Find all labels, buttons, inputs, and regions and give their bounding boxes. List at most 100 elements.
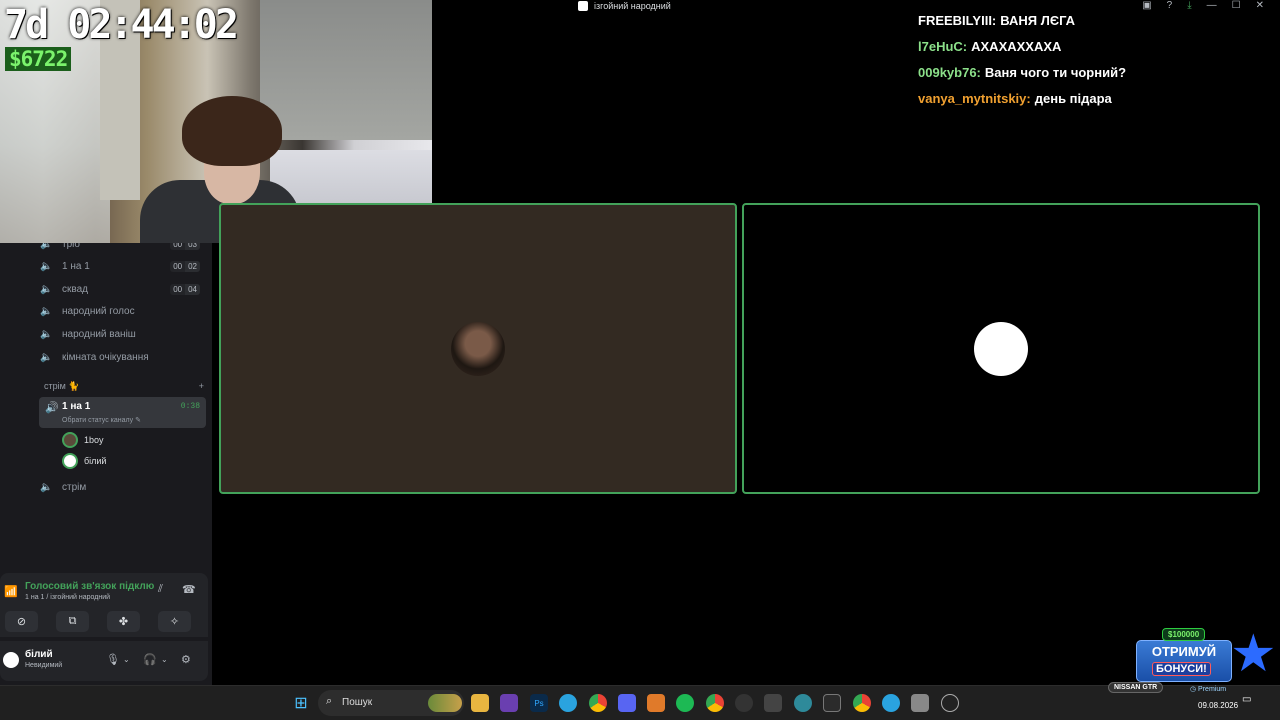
twitch-icon[interactable] bbox=[500, 694, 518, 712]
promo-line-1: ОТРИМУЙ bbox=[1151, 644, 1217, 659]
chat-user: vanya_mytnitskiy: bbox=[918, 91, 1031, 106]
activities-button[interactable]: ✤ bbox=[107, 611, 140, 632]
channel-waiting-room[interactable]: 🔈 кімната очікування bbox=[40, 347, 206, 367]
window-titlebar: ізгойний народний ▣ ? ⤓ — ☐ ✕ bbox=[432, 0, 1280, 14]
star-logo-icon: ★ bbox=[1230, 625, 1277, 683]
calculator-icon[interactable] bbox=[911, 694, 929, 712]
speaker-icon: 🔈 bbox=[40, 305, 53, 317]
avatar bbox=[62, 453, 78, 469]
soundboard-icon: ✧ bbox=[169, 616, 180, 628]
participant-tile[interactable] bbox=[219, 203, 737, 494]
avatar[interactable] bbox=[1, 650, 21, 670]
disconnect-icon[interactable]: ☎ bbox=[182, 583, 196, 596]
camera-button[interactable]: ⊘ bbox=[5, 611, 38, 632]
app-icon[interactable] bbox=[647, 694, 665, 712]
webcam-person-hair bbox=[182, 96, 282, 166]
user-count: 00 02 bbox=[170, 260, 200, 272]
gear-icon[interactable]: ⚙ bbox=[181, 653, 191, 666]
download-icon[interactable]: ⤓ bbox=[1187, 0, 1191, 11]
username[interactable]: білий bbox=[25, 649, 53, 660]
minimize-button[interactable]: — bbox=[1207, 0, 1217, 11]
subathon-timer: 7d 02:44:02 bbox=[4, 2, 239, 48]
speaker-icon: 🔈 bbox=[40, 283, 53, 295]
inbox-icon[interactable]: ▣ bbox=[1142, 0, 1151, 11]
photoshop-icon[interactable]: Ps bbox=[530, 694, 548, 712]
app-icon[interactable] bbox=[764, 694, 782, 712]
chat-message: l7eHuC: АХАХАХХАХА bbox=[918, 39, 1062, 54]
avatar bbox=[62, 432, 78, 448]
window-icon bbox=[578, 1, 588, 11]
windows-start-icon[interactable]: ⊞ bbox=[292, 694, 310, 712]
headset-icon[interactable]: 🎧 bbox=[143, 653, 157, 666]
voice-user[interactable]: білий bbox=[62, 452, 106, 470]
terminal-icon[interactable] bbox=[823, 694, 841, 712]
taskbar: ⊞ ⌕ Пошук Ps bbox=[0, 685, 1280, 720]
avatar bbox=[451, 321, 505, 376]
speaker-icon: 🔈 bbox=[40, 328, 53, 340]
app-icon[interactable] bbox=[794, 694, 812, 712]
obs-icon[interactable] bbox=[735, 694, 753, 712]
premium-badge[interactable]: ◷ Premium bbox=[1190, 685, 1226, 693]
noise-suppression-icon[interactable]: ⫽ bbox=[158, 583, 163, 596]
voice-status[interactable]: Голосовий зв'язок підклю bbox=[25, 581, 154, 592]
call-duration: 0:38 bbox=[180, 402, 200, 411]
taskbar-date[interactable]: 09.08.2026 bbox=[1198, 701, 1238, 710]
maximize-button[interactable]: ☐ bbox=[1232, 0, 1241, 11]
speaker-icon: 🔈 bbox=[40, 351, 53, 363]
signal-icon: 📶 bbox=[4, 586, 18, 598]
window-controls: ▣ ? ⤓ — ☐ ✕ bbox=[1142, 0, 1264, 11]
promo-amount: $100000 bbox=[1162, 628, 1206, 641]
chrome-icon[interactable] bbox=[589, 694, 607, 712]
speaker-icon: 🔈 bbox=[40, 260, 53, 272]
screen-share-icon: ⧉ bbox=[68, 615, 77, 627]
media-player-icon[interactable] bbox=[941, 694, 959, 712]
user-panel: білий Невидимий 🎙 ⌄ 🎧 ⌄ ⚙ bbox=[0, 641, 208, 681]
webcam-wall bbox=[260, 0, 432, 140]
chat-message: 009kyb76: Ваня чого ти чорний? bbox=[918, 65, 1127, 80]
channel-narodnyi-vanish[interactable]: 🔈 народний ваніш bbox=[40, 324, 206, 344]
search-highlight-image bbox=[428, 694, 462, 712]
promo-line-2: БОНУСИ! bbox=[1152, 662, 1211, 676]
participant-tile[interactable] bbox=[742, 203, 1260, 494]
camera-off-icon: ⊘ bbox=[16, 616, 27, 628]
chat-message: FREEBILYIII: ВАНЯ ЛЄГА bbox=[918, 13, 1076, 28]
add-channel-icon[interactable]: + bbox=[199, 381, 204, 392]
close-button[interactable]: ✕ bbox=[1256, 0, 1264, 11]
spotify-icon[interactable] bbox=[676, 694, 694, 712]
user-count: 00 04 bbox=[170, 283, 200, 295]
category-stream[interactable]: стрім 🐈 + bbox=[44, 381, 204, 392]
screen-share-button[interactable]: ⧉ bbox=[56, 611, 89, 632]
speaker-icon: 🔊 bbox=[45, 402, 59, 414]
help-icon[interactable]: ? bbox=[1167, 0, 1173, 11]
notification-icon[interactable]: ▭ bbox=[1242, 694, 1251, 705]
chrome-profile-icon[interactable] bbox=[853, 694, 871, 712]
active-voice-channel[interactable]: 🔊 1 на 1 0:38 Обрати статус каналу ✎ bbox=[39, 397, 206, 428]
channel-narodnyi-golos[interactable]: 🔈 народний голос bbox=[40, 301, 206, 321]
chat-user: l7eHuC: bbox=[918, 39, 968, 54]
chat-message: vanya_mytnitskiy: день підара bbox=[918, 91, 1112, 106]
chevron-down-icon[interactable]: ⌄ bbox=[161, 655, 168, 664]
speaker-icon: 🔈 bbox=[40, 481, 53, 493]
telegram-icon[interactable] bbox=[559, 694, 577, 712]
microphone-icon[interactable]: 🎙 bbox=[106, 653, 120, 666]
soundboard-button[interactable]: ✧ bbox=[158, 611, 191, 632]
telegram-icon[interactable] bbox=[882, 694, 900, 712]
chrome-profile-icon[interactable] bbox=[706, 694, 724, 712]
chevron-down-icon[interactable]: ⌄ bbox=[123, 655, 130, 664]
channel-skvad[interactable]: 🔈 сквад 00 04 bbox=[40, 279, 206, 299]
bonus-promo-banner[interactable]: $100000 ОТРИМУЙ БОНУСИ! ★ bbox=[1134, 625, 1277, 684]
chat-user: FREEBILYIII: bbox=[918, 13, 997, 28]
user-state: Невидимий bbox=[25, 662, 63, 669]
tray-badge[interactable]: NISSAN GTR bbox=[1108, 682, 1164, 693]
voice-user[interactable]: 1boy bbox=[62, 431, 104, 449]
channel-stream[interactable]: 🔈 стрім bbox=[40, 477, 206, 497]
avatar bbox=[974, 321, 1028, 376]
activities-icon: ✤ bbox=[118, 616, 129, 628]
discord-icon[interactable] bbox=[618, 694, 636, 712]
file-explorer-icon[interactable] bbox=[471, 694, 489, 712]
voice-location[interactable]: 1 на 1 / ізгойний народний bbox=[25, 594, 110, 601]
taskbar-search[interactable]: ⌕ Пошук bbox=[318, 690, 464, 716]
window-title: ізгойний народний bbox=[578, 1, 671, 11]
channel-status[interactable]: Обрати статус каналу ✎ bbox=[62, 416, 141, 424]
channel-1-na-1[interactable]: 🔈 1 на 1 00 02 bbox=[40, 256, 206, 276]
